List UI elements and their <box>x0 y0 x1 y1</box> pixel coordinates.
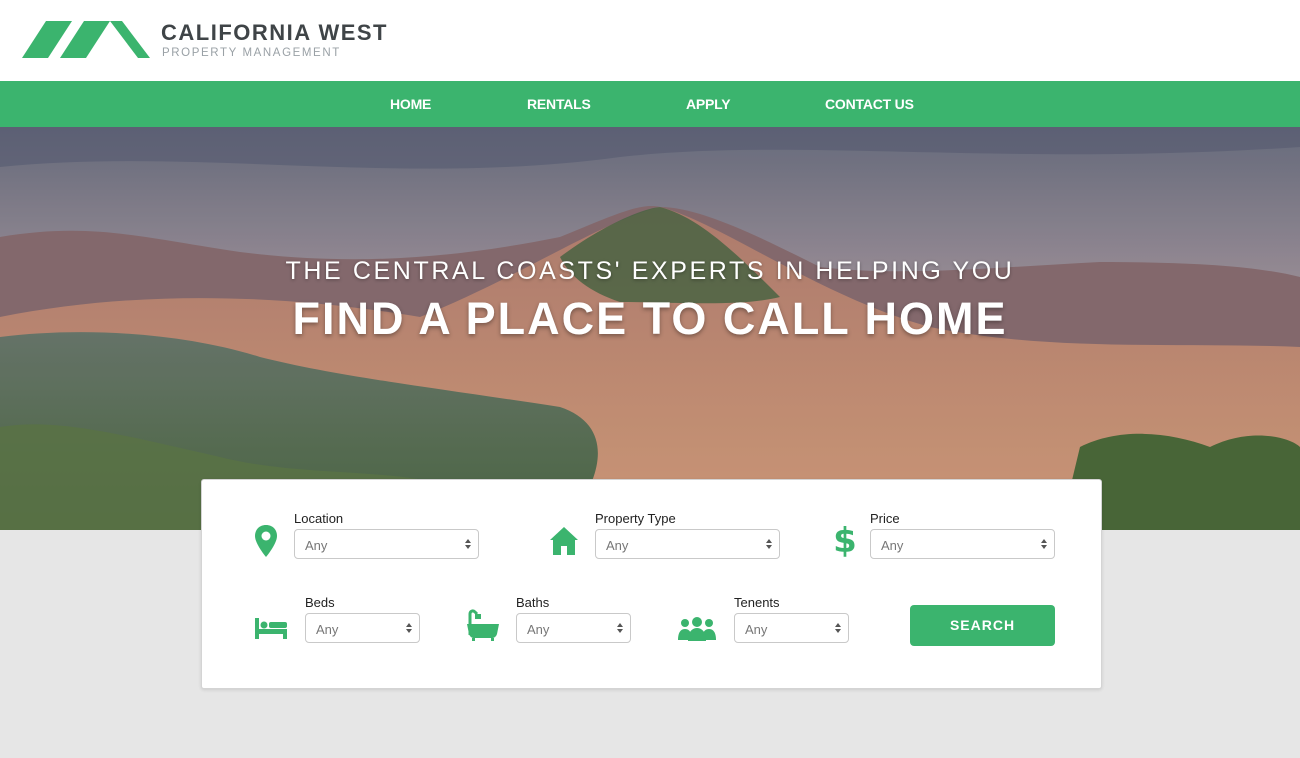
price-label: Price <box>870 511 900 526</box>
dollar-icon: $ <box>833 521 857 563</box>
select-arrows-icon <box>465 539 471 549</box>
baths-label: Baths <box>516 595 550 610</box>
site-header: CALIFORNIA WEST PROPERTY MANAGEMENT <box>0 0 1300 81</box>
price-select-value: Any <box>881 538 904 553</box>
hero-subtitle: THE CENTRAL COASTS' EXPERTS IN HELPING Y… <box>285 257 1015 285</box>
bathtub-icon <box>466 608 500 647</box>
location-select-value: Any <box>305 538 328 553</box>
nav-item-apply[interactable]: APPLY <box>686 96 731 112</box>
property-type-label: Property Type <box>595 511 676 526</box>
map-pin-icon <box>254 524 278 563</box>
select-arrows-icon <box>1041 539 1047 549</box>
price-select[interactable]: Any <box>870 529 1055 559</box>
baths-select-value: Any <box>527 622 550 637</box>
select-arrows-icon <box>766 539 772 549</box>
select-arrows-icon <box>406 623 412 633</box>
tenents-select[interactable]: Any <box>734 613 849 643</box>
property-type-select-value: Any <box>606 538 629 553</box>
hero-title: FIND A PLACE TO CALL HOME <box>292 293 1008 344</box>
search-button[interactable]: SEARCH <box>910 605 1055 646</box>
beds-select[interactable]: Any <box>305 613 420 643</box>
beds-select-value: Any <box>316 622 339 637</box>
svg-text:$: $ <box>834 522 856 558</box>
select-arrows-icon <box>835 623 841 633</box>
nav-item-rentals[interactable]: RENTALS <box>527 96 591 112</box>
nav-item-contact-us[interactable]: CONTACT US <box>825 96 914 112</box>
location-select[interactable]: Any <box>294 529 479 559</box>
select-arrows-icon <box>617 623 623 633</box>
location-label: Location <box>294 511 344 526</box>
logo-roof-icon[interactable] <box>20 18 152 62</box>
bed-icon <box>254 616 288 645</box>
nav-item-home[interactable]: HOME <box>390 96 431 112</box>
property-search-form: Location Any Property Type Any $ Price A… <box>201 479 1102 689</box>
beds-label: Beds <box>305 595 335 610</box>
baths-select[interactable]: Any <box>516 613 631 643</box>
brand-name[interactable]: CALIFORNIA WEST <box>161 20 388 46</box>
tenents-label: Tenents <box>734 595 780 610</box>
tenents-select-value: Any <box>745 622 768 637</box>
brand-tagline: PROPERTY MANAGEMENT <box>162 47 341 59</box>
property-type-select[interactable]: Any <box>595 529 780 559</box>
main-nav: HOME RENTALS APPLY CONTACT US <box>0 81 1300 127</box>
hero-banner: THE CENTRAL COASTS' EXPERTS IN HELPING Y… <box>0 127 1300 530</box>
house-icon <box>549 526 579 561</box>
people-icon <box>677 616 717 647</box>
